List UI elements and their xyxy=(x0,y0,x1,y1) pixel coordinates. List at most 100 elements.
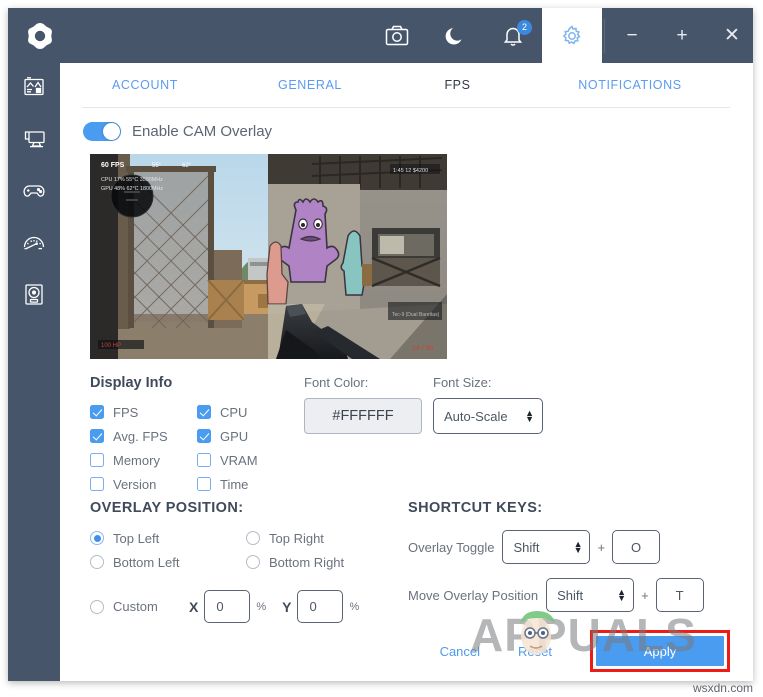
reset-button[interactable]: Reset xyxy=(518,644,552,659)
titlebar-icon-group: 2 − + ✕ xyxy=(368,8,753,63)
checkbox-box[interactable] xyxy=(197,477,211,491)
maximize-button[interactable]: + xyxy=(657,8,707,63)
svg-text:60 FPS: 60 FPS xyxy=(101,162,125,169)
settings-tab-bar: ACCOUNT GENERAL FPS NOTIFICATIONS xyxy=(60,63,753,107)
radio-custom-label: Custom xyxy=(113,599,158,614)
font-size-group: Font Size: Auto-Scale ▲ ▼ xyxy=(433,375,543,434)
shortcut-label: Move Overlay Position xyxy=(408,587,539,603)
close-button[interactable]: ✕ xyxy=(707,8,753,63)
sidebar-item-pc-monitoring[interactable] xyxy=(8,115,60,167)
settings-content-panel: ACCOUNT GENERAL FPS NOTIFICATIONS Enable… xyxy=(60,63,753,681)
dark-mode-moon-icon[interactable] xyxy=(426,8,484,63)
radio-bottom-right[interactable]: Bottom Right xyxy=(246,550,402,574)
radio-label: Bottom Left xyxy=(113,554,180,570)
notification-count-badge: 2 xyxy=(517,20,532,35)
shortcut-row-overlay-toggle: Overlay Toggle Shift ▲ ▼ + O xyxy=(408,530,704,564)
shortcut-plus: + xyxy=(641,587,649,603)
svg-text:Tec-9 (Dual Barettas): Tec-9 (Dual Barettas) xyxy=(392,312,440,318)
custom-x-input[interactable]: 0 xyxy=(204,590,251,623)
font-size-value: Auto-Scale xyxy=(444,408,508,424)
enable-cam-overlay-row[interactable]: Enable CAM Overlay xyxy=(83,122,272,141)
display-info-title: Display Info xyxy=(90,375,173,391)
radio-dot[interactable] xyxy=(246,555,260,569)
display-info-group: Display Info FPS CPU Avg. FPS GPU Memory… xyxy=(90,375,304,496)
spinner-up-down-icon: ▲ ▼ xyxy=(617,587,627,603)
settings-gear-icon[interactable] xyxy=(542,8,602,63)
checkbox-gpu[interactable]: GPU xyxy=(197,424,304,448)
enable-cam-overlay-toggle[interactable] xyxy=(83,122,121,141)
svg-text:100 HP: 100 HP xyxy=(101,343,121,349)
custom-x-key: X xyxy=(189,598,199,615)
shortcut-keys-group: SHORTCUT KEYS: Overlay Toggle Shift ▲ ▼ +… xyxy=(408,500,704,612)
overlay-position-radio-grid: Top Left Top Right Bottom Left Bottom Ri… xyxy=(90,526,402,574)
checkbox-version[interactable]: Version xyxy=(90,472,197,496)
monitor-pc-icon xyxy=(23,128,46,155)
move-overlay-modifier-select[interactable]: Shift ▲ ▼ xyxy=(546,578,635,612)
checkbox-label: CPU xyxy=(220,404,248,420)
gamepad-icon xyxy=(22,181,46,206)
sidebar-item-games[interactable] xyxy=(8,167,60,219)
radio-top-left[interactable]: Top Left xyxy=(90,526,246,550)
tab-fps[interactable]: FPS xyxy=(390,78,525,92)
cancel-button[interactable]: Cancel xyxy=(440,644,480,659)
webcam-lighting-icon xyxy=(24,283,44,311)
checkbox-memory[interactable]: Memory xyxy=(90,448,197,472)
checkbox-vram[interactable]: VRAM xyxy=(197,448,304,472)
checkbox-box[interactable] xyxy=(90,453,104,467)
checkbox-box[interactable] xyxy=(90,477,104,491)
cam-logo-icon xyxy=(20,16,60,56)
apply-button[interactable]: Apply xyxy=(596,636,724,666)
notifications-bell-icon[interactable]: 2 xyxy=(484,8,542,63)
custom-y-unit: % xyxy=(349,600,360,613)
radio-dot[interactable] xyxy=(90,555,104,569)
checkbox-label: Time xyxy=(220,476,249,492)
checkbox-box[interactable] xyxy=(197,453,211,467)
dashboard-chart-icon xyxy=(23,76,45,103)
speedometer-tuning-icon xyxy=(22,234,46,257)
tab-account[interactable]: ACCOUNT xyxy=(60,78,230,92)
move-overlay-key-input[interactable]: T xyxy=(655,578,704,612)
left-sidebar xyxy=(8,63,60,681)
sidebar-item-lighting[interactable] xyxy=(8,271,60,323)
overlay-toggle-key-input[interactable]: O xyxy=(612,530,661,564)
enable-cam-overlay-label: Enable CAM Overlay xyxy=(132,123,273,140)
font-color-input[interactable]: #FFFFFF xyxy=(304,398,422,434)
checkbox-box[interactable] xyxy=(90,429,104,443)
shortcut-label: Overlay Toggle xyxy=(408,539,495,555)
checkbox-cpu[interactable]: CPU xyxy=(197,400,304,424)
overlay-preview-image: 60 FPS 55° 62° CPU 17% 55°C 3500MHz GPU … xyxy=(90,154,447,359)
cam-app-window: 2 − + ✕ ACCOUNT GENERAL FPS NOTIFICATION… xyxy=(8,8,753,681)
custom-position-row: Custom X 0 % Y 0 % xyxy=(90,590,402,623)
sidebar-item-dashboard[interactable] xyxy=(8,63,60,115)
tab-notifications[interactable]: NOTIFICATIONS xyxy=(525,78,735,92)
modifier-value: Shift xyxy=(557,587,584,603)
title-bar: 2 − + ✕ xyxy=(8,8,753,63)
apply-button-highlight: Apply xyxy=(590,630,730,672)
radio-dot[interactable] xyxy=(90,531,104,545)
radio-bottom-left[interactable]: Bottom Left xyxy=(90,550,246,574)
checkbox-label: Avg. FPS xyxy=(113,428,168,444)
radio-top-right[interactable]: Top Right xyxy=(246,526,402,550)
checkbox-fps[interactable]: FPS xyxy=(90,400,197,424)
checkbox-time[interactable]: Time xyxy=(197,472,304,496)
checkbox-box[interactable] xyxy=(197,429,211,443)
titlebar-divider xyxy=(604,18,605,53)
checkbox-box[interactable] xyxy=(197,405,211,419)
checkbox-box[interactable] xyxy=(90,405,104,419)
svg-text:1:45 12 $4200: 1:45 12 $4200 xyxy=(393,168,428,174)
custom-y-input[interactable]: 0 xyxy=(297,590,344,623)
spinner-up-down-icon: ▲ ▼ xyxy=(573,539,583,555)
tab-general[interactable]: GENERAL xyxy=(230,78,390,92)
checkbox-avg-fps[interactable]: Avg. FPS xyxy=(90,424,197,448)
display-info-checkbox-grid: FPS CPU Avg. FPS GPU Memory VRAM Version… xyxy=(90,400,304,496)
font-size-select[interactable]: Auto-Scale ▲ ▼ xyxy=(433,398,543,434)
radio-dot[interactable] xyxy=(246,531,260,545)
radio-label: Bottom Right xyxy=(269,554,345,570)
minimize-button[interactable]: − xyxy=(607,8,657,63)
sidebar-item-tuning[interactable] xyxy=(8,219,60,271)
action-button-row: Cancel Reset Apply xyxy=(430,630,730,672)
radio-custom[interactable] xyxy=(90,599,104,614)
checkbox-label: FPS xyxy=(113,404,139,420)
overlay-toggle-modifier-select[interactable]: Shift ▲ ▼ xyxy=(502,530,591,564)
screenshot-camera-icon[interactable] xyxy=(368,8,426,63)
